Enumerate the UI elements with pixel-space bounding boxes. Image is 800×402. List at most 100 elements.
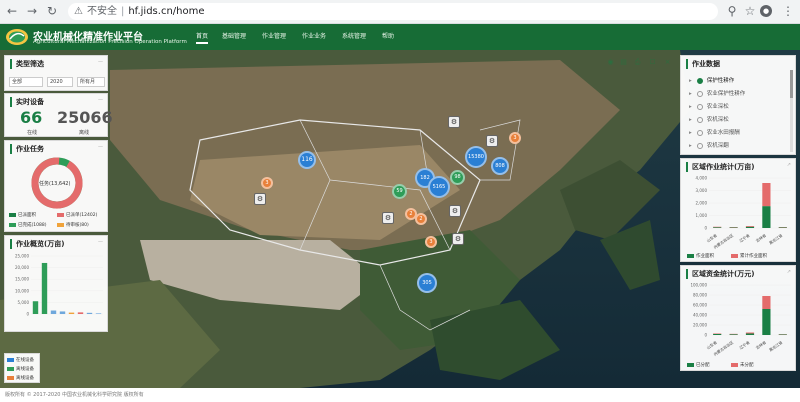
work-type-item[interactable]: ▸ 农业保护性耕作 [689, 89, 745, 97]
layer-icon[interactable]: ▤ [617, 56, 630, 68]
nav-operation-management[interactable]: 作业管理 [262, 30, 286, 44]
bar[interactable] [713, 334, 722, 335]
month-select[interactable]: 所有月 [77, 77, 105, 87]
bar[interactable] [50, 310, 57, 314]
map-bubble[interactable]: 3 [509, 132, 521, 144]
bar[interactable] [77, 312, 84, 314]
legend-offline: 离线设备 [7, 366, 34, 372]
legend-item: 已完成(1088) [9, 222, 46, 228]
bar[interactable] [745, 333, 755, 336]
bar[interactable] [762, 309, 771, 335]
offline-label: 离线 [79, 130, 90, 136]
bar[interactable] [762, 296, 771, 309]
y-tick-label: 5,000 [18, 300, 30, 305]
panel-title: 区域作业统计(万亩) [686, 162, 754, 172]
nav-home[interactable]: 首页 [196, 30, 209, 44]
menu-icon[interactable]: ⋮ [780, 3, 796, 19]
panel-expand-icon[interactable]: ↗ [787, 162, 791, 168]
bar[interactable] [778, 334, 787, 336]
nav-system-management[interactable]: 系统管理 [342, 30, 366, 44]
tractor-marker-icon[interactable]: ⚙ [452, 233, 464, 245]
panel-title: 实时设备 [10, 97, 44, 107]
print-icon[interactable]: ⎙ [631, 56, 644, 68]
y-tick-label: 15,000 [15, 277, 29, 282]
forward-icon[interactable]: → [24, 3, 40, 19]
search-icon[interactable]: ⚲ [724, 3, 740, 19]
work-type-item[interactable]: ▸ 农机深松 [689, 115, 729, 123]
bar[interactable] [32, 301, 39, 314]
tractor-marker-icon[interactable]: ⚙ [448, 116, 460, 128]
bar[interactable] [86, 312, 93, 314]
panel-collapse-icon[interactable]: — [98, 59, 103, 65]
url-text: hf.jids.cn/home [128, 6, 205, 17]
bar[interactable] [745, 332, 755, 334]
tractor-marker-icon[interactable]: ⚙ [254, 193, 266, 205]
bar[interactable] [95, 313, 102, 314]
work-data-panel: 作业数据 ▸ 保护性耕作 ▸ 农业保护性耕作 ▸ 农业深松 ▸ 农机深松 ▸ 农业水田报酬… [680, 55, 796, 155]
bar[interactable] [41, 262, 48, 314]
panel-collapse-icon[interactable]: — [98, 97, 103, 103]
bar[interactable] [762, 183, 771, 207]
map-bubble[interactable]: 98 [450, 170, 465, 185]
platform-logo-icon [6, 29, 28, 45]
bar[interactable] [729, 334, 738, 335]
close-map-tool-icon[interactable]: × [661, 56, 674, 68]
nav-help[interactable]: 帮助 [382, 30, 394, 44]
y-tick-label: 1,000 [696, 213, 708, 218]
back-icon[interactable]: ← [4, 3, 20, 19]
work-type-item[interactable]: ▸ 农机深翻 [689, 141, 729, 149]
bar[interactable] [713, 227, 722, 228]
map-bubble[interactable]: 5165 [428, 176, 450, 198]
type-select[interactable]: 全部 [9, 77, 43, 87]
tasks-center-label: 任务(13,642) [39, 181, 71, 187]
region-funds-panel: 区域资金统计(万元) ↗ 100,000 80,000 60,000 40,000 20… [680, 265, 796, 371]
y-tick-label: 25,000 [15, 254, 29, 259]
y-tick-label: 60,000 [693, 303, 707, 308]
security-label: 不安全 [86, 6, 117, 17]
panel-collapse-icon[interactable]: — [98, 144, 103, 150]
tractor-marker-icon[interactable]: ⚙ [449, 205, 461, 217]
region-operations-chart: 4,0003,0002,0001,0000山东省内蒙古自治区 辽宁省 吉林省 黑龙江省 [696, 176, 791, 250]
bar[interactable] [68, 312, 75, 314]
work-type-item[interactable]: ▸ 农业水田报酬 [689, 128, 740, 136]
bar[interactable] [59, 311, 66, 314]
bar[interactable] [762, 206, 771, 228]
year-select[interactable]: 2020 [47, 77, 73, 87]
bar[interactable] [745, 226, 755, 228]
map-bubble[interactable]: 305 [417, 273, 437, 293]
y-tick-label: 20,000 [15, 265, 29, 270]
y-tick-label: 10,000 [15, 288, 29, 293]
work-type-item[interactable]: ▸ 农业深松 [689, 102, 729, 110]
panel-expand-icon[interactable]: ↗ [787, 269, 791, 275]
map-bubble[interactable]: 15380 [465, 146, 487, 168]
tractor-marker-icon[interactable]: ⚙ [382, 212, 394, 224]
map-bubble[interactable]: 116 [298, 151, 316, 169]
map-bubble[interactable]: 808 [491, 157, 509, 175]
legend-item: 累计作业面积 [731, 253, 767, 259]
y-tick-label: 4,000 [696, 176, 708, 181]
x-tick-label: 黑龙江省 [768, 340, 783, 353]
trash-icon[interactable]: ☐ [646, 56, 659, 68]
tractor-marker-icon[interactable]: ⚙ [486, 135, 498, 147]
bar[interactable] [745, 226, 755, 227]
bar[interactable] [713, 226, 722, 228]
address-bar[interactable]: ⚠ 不安全 | hf.jids.cn/home [68, 3, 718, 20]
x-tick-label: 山东省 [706, 233, 718, 244]
map-bubble[interactable]: 3 [261, 177, 273, 189]
map-bubble[interactable]: 2 [405, 208, 417, 220]
nav-operation-business[interactable]: 作业业务 [302, 30, 326, 44]
map-bubble[interactable]: 59 [392, 184, 407, 199]
profile-avatar-icon[interactable]: ● [760, 5, 772, 17]
bar[interactable] [729, 227, 738, 229]
reload-icon[interactable]: ↻ [44, 3, 60, 19]
scrollbar[interactable] [790, 70, 793, 152]
bar[interactable] [713, 333, 722, 335]
x-tick-label: 山东省 [706, 340, 718, 351]
bar[interactable] [778, 227, 787, 228]
work-type-item[interactable]: ▸ 保护性耕作 [689, 76, 734, 84]
nav-basic-management[interactable]: 基础管理 [222, 30, 246, 44]
map-bubble[interactable]: 3 [425, 236, 437, 248]
panel-collapse-icon[interactable]: — [98, 239, 103, 245]
bookmark-star-icon[interactable]: ☆ [742, 3, 758, 19]
locate-icon[interactable]: ◉ [604, 56, 617, 68]
